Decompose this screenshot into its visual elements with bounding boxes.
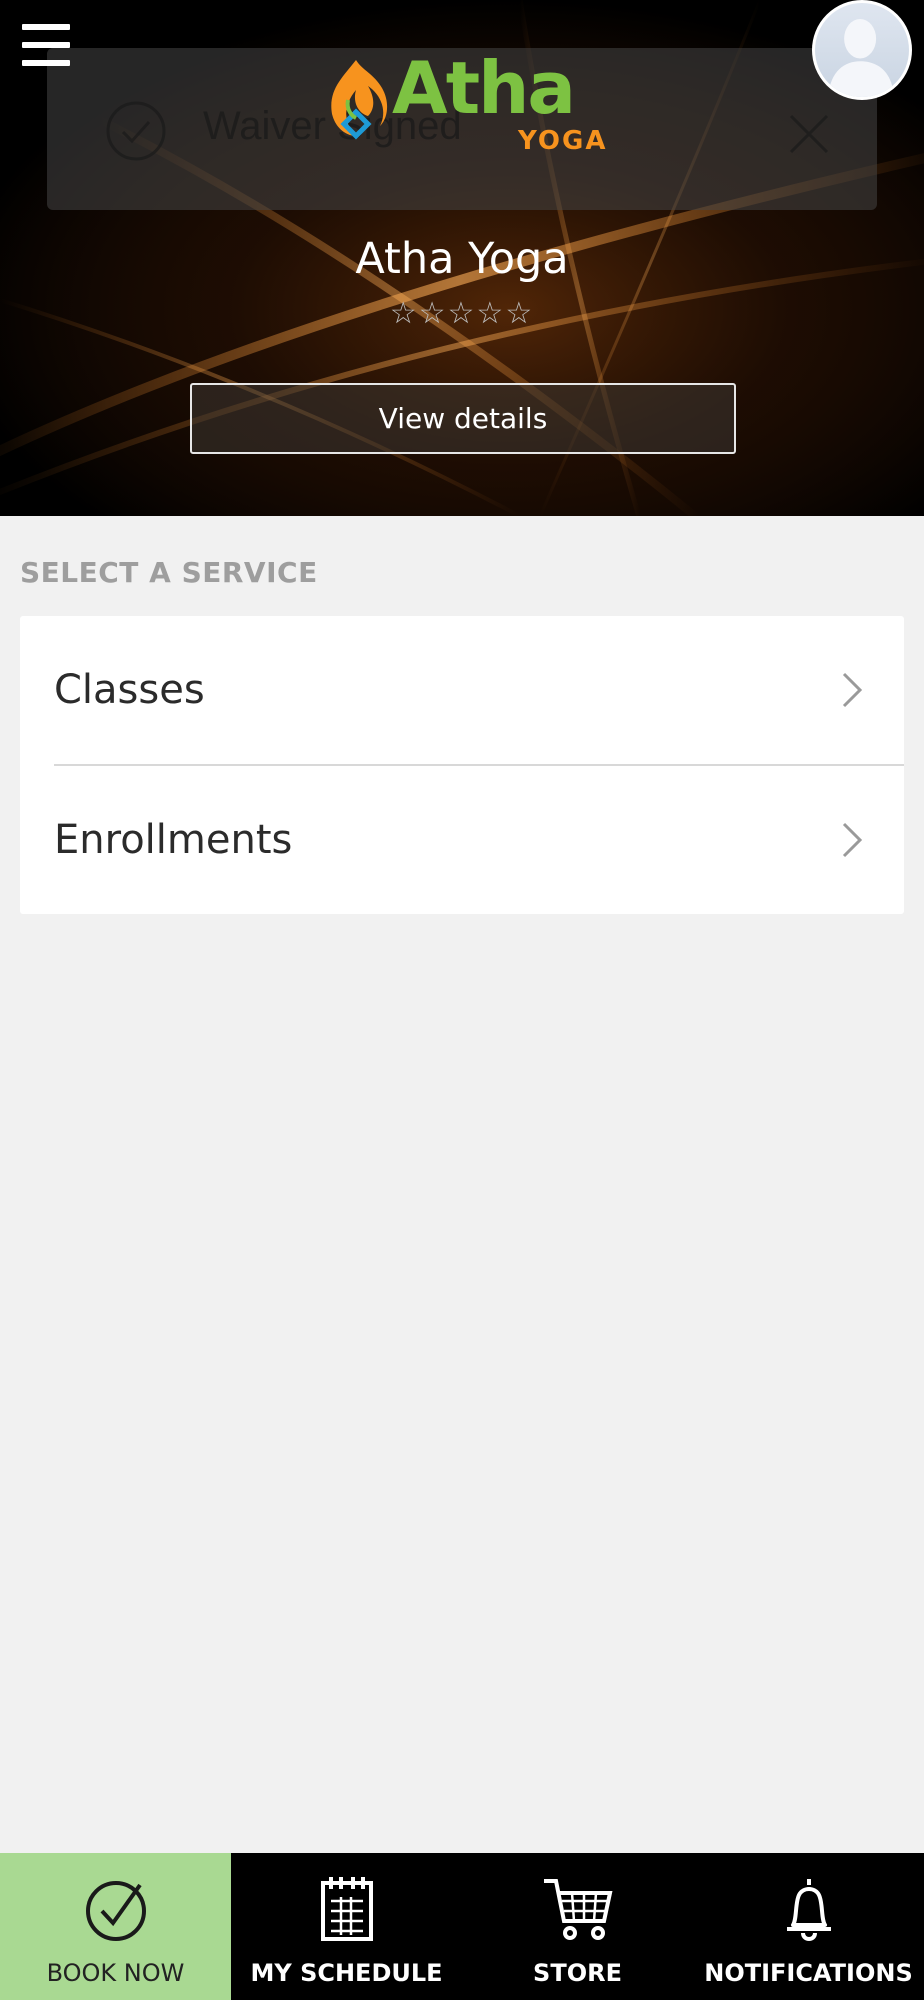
chevron-right-icon (842, 822, 863, 858)
service-list: Classes Enrollments (20, 616, 904, 914)
nav-my-schedule[interactable]: MY SCHEDULE (231, 1853, 462, 2000)
bottom-navigation: BOOK NOW MY SCHEDULE STORE NOTIFICATIONS (0, 1853, 924, 2000)
studio-name: Atha Yoga (355, 234, 569, 284)
calendar-icon (320, 1877, 373, 1941)
nav-label: NOTIFICATIONS (704, 1959, 913, 1987)
nav-label: STORE (533, 1959, 622, 1987)
atha-yoga-logo: Atha YOGA (322, 52, 612, 158)
flame-logo-icon (331, 60, 388, 140)
check-circle-icon (106, 101, 166, 161)
nav-book-now[interactable]: BOOK NOW (0, 1853, 231, 2000)
hero-banner: Waiver Signed Atha YOGA Atha Yoga ☆☆☆☆☆ … (0, 0, 924, 516)
chevron-right-icon (842, 672, 863, 708)
cart-icon (543, 1879, 612, 1940)
hamburger-menu-icon[interactable] (22, 24, 72, 68)
nav-label: MY SCHEDULE (250, 1959, 443, 1987)
user-avatar-icon[interactable] (812, 0, 912, 100)
check-circle-icon (85, 1881, 146, 1941)
bell-icon (786, 1879, 831, 1941)
rating-stars: ☆☆☆☆☆ (389, 296, 535, 331)
section-title: SELECT A SERVICE (20, 556, 318, 589)
view-details-button[interactable]: View details (190, 383, 736, 454)
nav-notifications[interactable]: NOTIFICATIONS (693, 1853, 924, 2000)
logo-subtitle: YOGA (518, 126, 608, 156)
close-icon[interactable] (785, 110, 833, 158)
logo-wordmark: Atha (392, 46, 576, 130)
service-item-classes[interactable]: Classes (20, 616, 904, 764)
service-item-label: Classes (54, 667, 205, 713)
nav-label: BOOK NOW (46, 1959, 185, 1987)
service-item-enrollments[interactable]: Enrollments (20, 766, 904, 914)
nav-store[interactable]: STORE (462, 1853, 693, 2000)
service-item-label: Enrollments (54, 817, 293, 863)
